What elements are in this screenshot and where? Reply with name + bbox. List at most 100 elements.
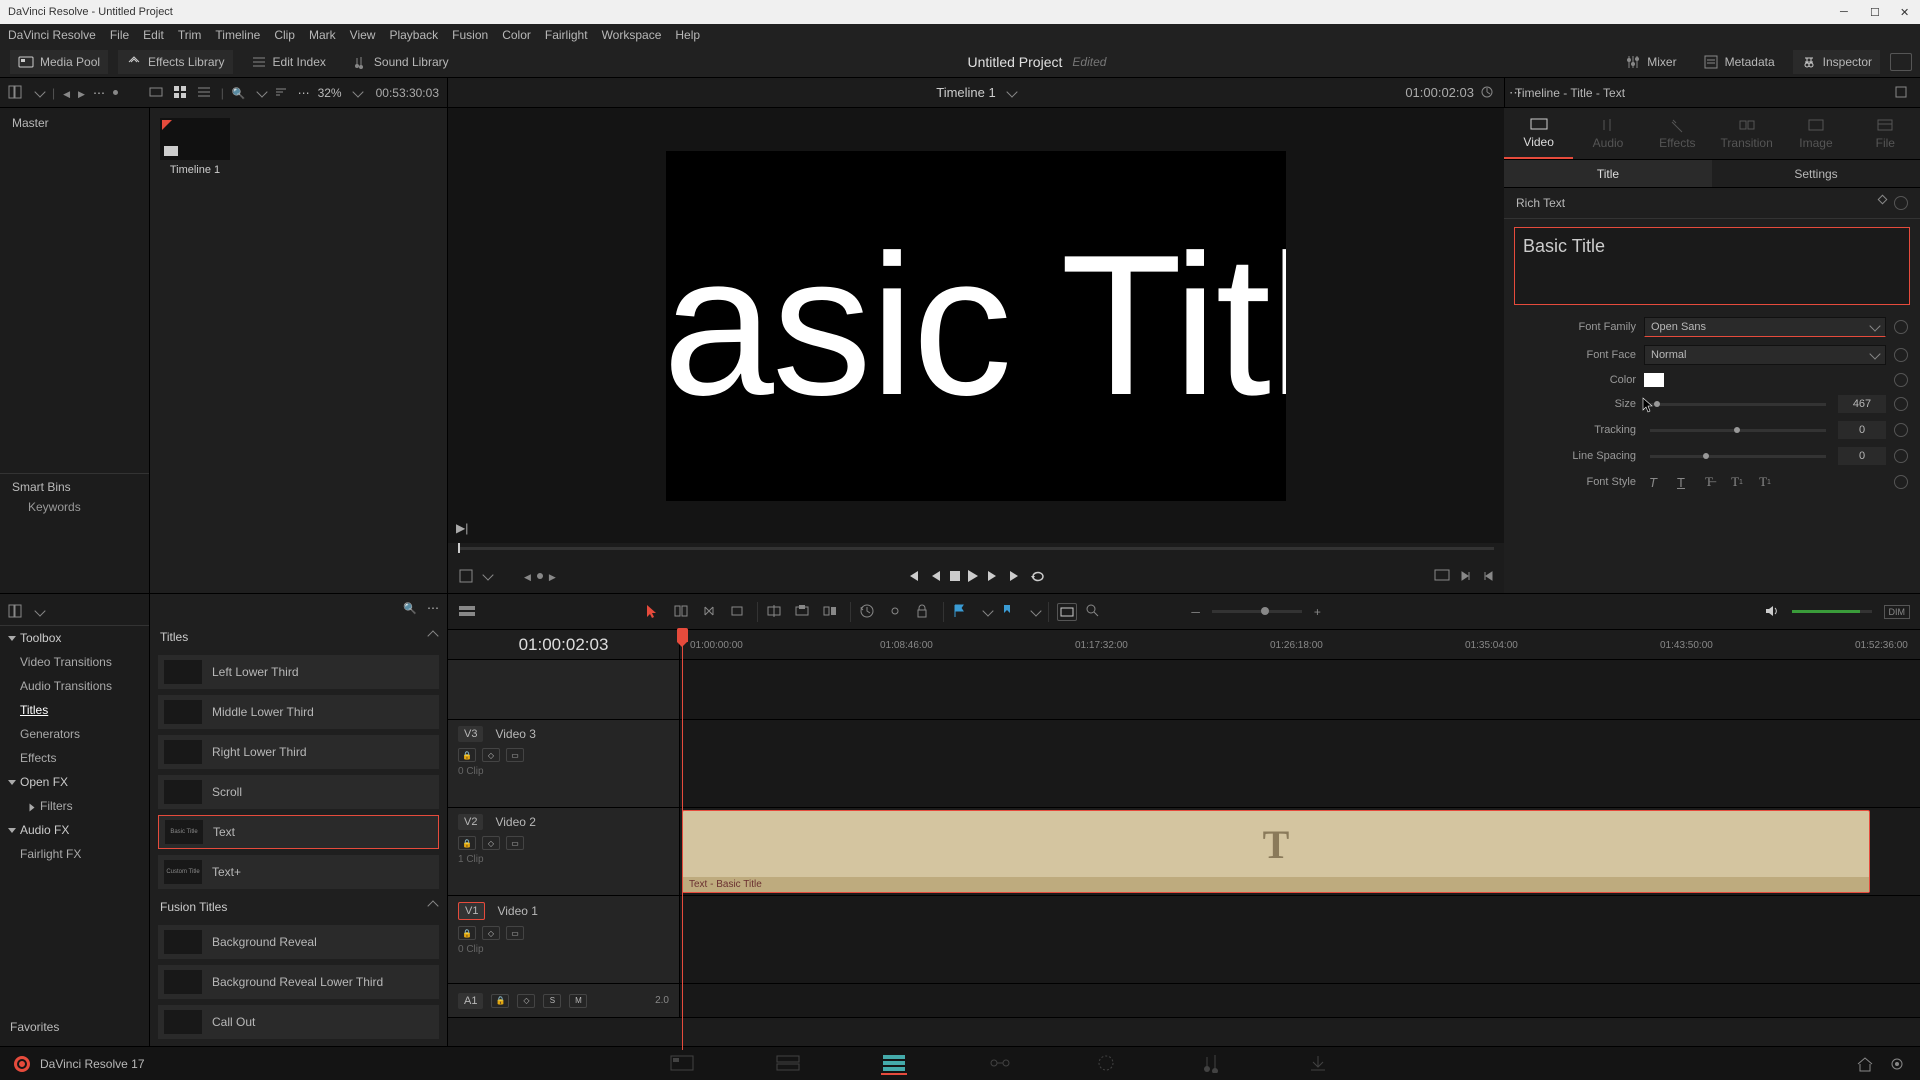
smart-bin-keywords[interactable]: Keywords: [12, 494, 137, 514]
titles-item[interactable]: Titles: [0, 698, 149, 722]
zoom-dropdown[interactable]: [352, 86, 363, 97]
superscript-button[interactable]: T1: [1728, 473, 1746, 491]
strikethrough-button[interactable]: T̶: [1700, 473, 1718, 491]
viewer-canvas[interactable]: Basic Title ▶|: [448, 108, 1504, 543]
title-text[interactable]: Basic TitleText: [158, 815, 439, 849]
dynamic-trim-tool[interactable]: [701, 603, 721, 621]
nav-fwd[interactable]: [78, 86, 85, 100]
openfx-header[interactable]: Open FX: [0, 770, 149, 794]
collapse-icon[interactable]: [427, 630, 438, 641]
jog-back[interactable]: [524, 569, 531, 583]
keyframe-diamond-icon[interactable]: [1878, 195, 1888, 205]
zoom-search-button[interactable]: [1085, 603, 1105, 621]
timeline-clip-text[interactable]: T Text - Basic Title: [682, 810, 1870, 893]
menu-fusion[interactable]: Fusion: [452, 28, 488, 42]
maximize-button[interactable]: ☐: [1870, 6, 1882, 18]
lock-button[interactable]: [915, 603, 935, 621]
viewer-more[interactable]: [1509, 85, 1522, 101]
inspector-tab-transition[interactable]: Transition: [1712, 108, 1781, 159]
skip-next-icon[interactable]: ▶|: [456, 521, 468, 535]
effects-library-toggle[interactable]: Effects Library: [118, 50, 232, 74]
title-middle-lower-third[interactable]: Middle Lower Third: [158, 695, 439, 729]
selection-tool[interactable]: [645, 603, 665, 621]
menu-timeline[interactable]: Timeline: [215, 28, 260, 42]
fullscreen-button[interactable]: [1890, 53, 1912, 71]
bin-more[interactable]: [298, 86, 310, 100]
page-fusion[interactable]: [987, 1053, 1013, 1075]
timeline-view-options[interactable]: [458, 604, 474, 620]
track-header-v1[interactable]: V1Video 1 🔒 ◇ ▭ 0 Clip: [448, 896, 680, 983]
prev-frame-button[interactable]: [930, 569, 942, 583]
page-deliver[interactable]: [1305, 1053, 1331, 1075]
next-frame-button[interactable]: [986, 569, 998, 583]
audio-transitions-item[interactable]: Audio Transitions: [0, 674, 149, 698]
toolbox-header[interactable]: Toolbox: [0, 626, 149, 650]
mute-button[interactable]: [1764, 604, 1780, 620]
match-frame-button[interactable]: [1434, 568, 1450, 584]
track-lock-icon[interactable]: 🔒: [458, 926, 476, 940]
zoom-in-button[interactable]: +: [1314, 605, 1321, 619]
blade-tool[interactable]: [729, 603, 749, 621]
track-auto-select[interactable]: ◇: [482, 926, 500, 940]
collapse-icon[interactable]: [427, 900, 438, 911]
menu-view[interactable]: View: [350, 28, 376, 42]
project-settings-button[interactable]: [1888, 1056, 1906, 1072]
timeline-timecode[interactable]: 01:00:02:03: [448, 630, 680, 659]
track-tag-v1[interactable]: V1: [458, 902, 485, 920]
titles-more[interactable]: [427, 601, 439, 615]
page-color[interactable]: [1093, 1053, 1119, 1075]
subtab-settings[interactable]: Settings: [1712, 160, 1920, 187]
viewer-zoom[interactable]: 32%: [318, 86, 342, 100]
track-tag-v3[interactable]: V3: [458, 726, 483, 742]
filters-item[interactable]: Filters: [0, 794, 149, 818]
track-body-spacer[interactable]: [680, 660, 1920, 719]
inspector-tab-audio[interactable]: Audio: [1573, 108, 1642, 159]
edit-index-toggle[interactable]: Edit Index: [243, 50, 334, 74]
mixer-toggle[interactable]: Mixer: [1617, 50, 1684, 74]
zoom-slider[interactable]: [1212, 610, 1302, 613]
track-body-v1[interactable]: [680, 896, 1920, 983]
audiofx-header[interactable]: Audio FX: [0, 818, 149, 842]
search-dropdown[interactable]: [256, 86, 267, 97]
marker-button[interactable]: [1000, 603, 1020, 621]
playhead-icon[interactable]: [677, 628, 688, 642]
font-style-reset[interactable]: [1894, 475, 1908, 489]
master-bin[interactable]: Master: [0, 108, 149, 138]
menu-fairlight[interactable]: Fairlight: [545, 28, 588, 42]
media-pool-toggle[interactable]: Media Pool: [10, 50, 108, 74]
fairlight-fx-item[interactable]: Fairlight FX: [0, 842, 149, 866]
menu-file[interactable]: File: [110, 28, 129, 42]
tracking-value[interactable]: 0: [1838, 421, 1886, 439]
page-media[interactable]: [669, 1053, 695, 1075]
thumbnail-view-icon[interactable]: [149, 85, 165, 101]
tracking-reset[interactable]: [1894, 423, 1908, 437]
home-button[interactable]: [1856, 1056, 1874, 1072]
track-header-a1[interactable]: A1 🔒 ◇ S M 2.0: [448, 984, 680, 1017]
track-body-a1[interactable]: [680, 984, 1920, 1017]
size-reset[interactable]: [1894, 397, 1908, 411]
color-swatch[interactable]: [1644, 373, 1664, 387]
trim-tool[interactable]: [673, 603, 693, 621]
subscript-button[interactable]: T1: [1756, 473, 1774, 491]
track-lock-icon[interactable]: 🔒: [491, 994, 509, 1008]
video-transitions-item[interactable]: Video Transitions: [0, 650, 149, 674]
title-text-input[interactable]: Basic Title: [1514, 227, 1910, 305]
menu-help[interactable]: Help: [675, 28, 700, 42]
track-tag-v2[interactable]: V2: [458, 814, 483, 830]
timeline-ruler[interactable]: 01:00:00:00 01:08:46:00 01:17:32:00 01:2…: [680, 630, 1920, 659]
line-spacing-slider[interactable]: [1650, 455, 1826, 458]
inspector-tab-video[interactable]: Video: [1504, 108, 1573, 159]
dim-button[interactable]: DIM: [1884, 605, 1911, 619]
search-icon[interactable]: [232, 86, 246, 100]
section-reset-icon[interactable]: [1894, 196, 1908, 210]
page-edit[interactable]: [881, 1053, 907, 1075]
flag-dropdown[interactable]: [982, 605, 993, 616]
last-frame-button[interactable]: [1006, 569, 1022, 583]
viewer-scrubber[interactable]: [448, 543, 1504, 559]
inspector-expand-icon[interactable]: [1894, 85, 1910, 101]
tree-layout-dropdown[interactable]: [34, 605, 45, 616]
inspector-tab-image[interactable]: Image: [1781, 108, 1850, 159]
font-face-reset[interactable]: [1894, 348, 1908, 362]
track-solo[interactable]: S: [543, 994, 561, 1008]
overwrite-clip-button[interactable]: [794, 603, 814, 621]
